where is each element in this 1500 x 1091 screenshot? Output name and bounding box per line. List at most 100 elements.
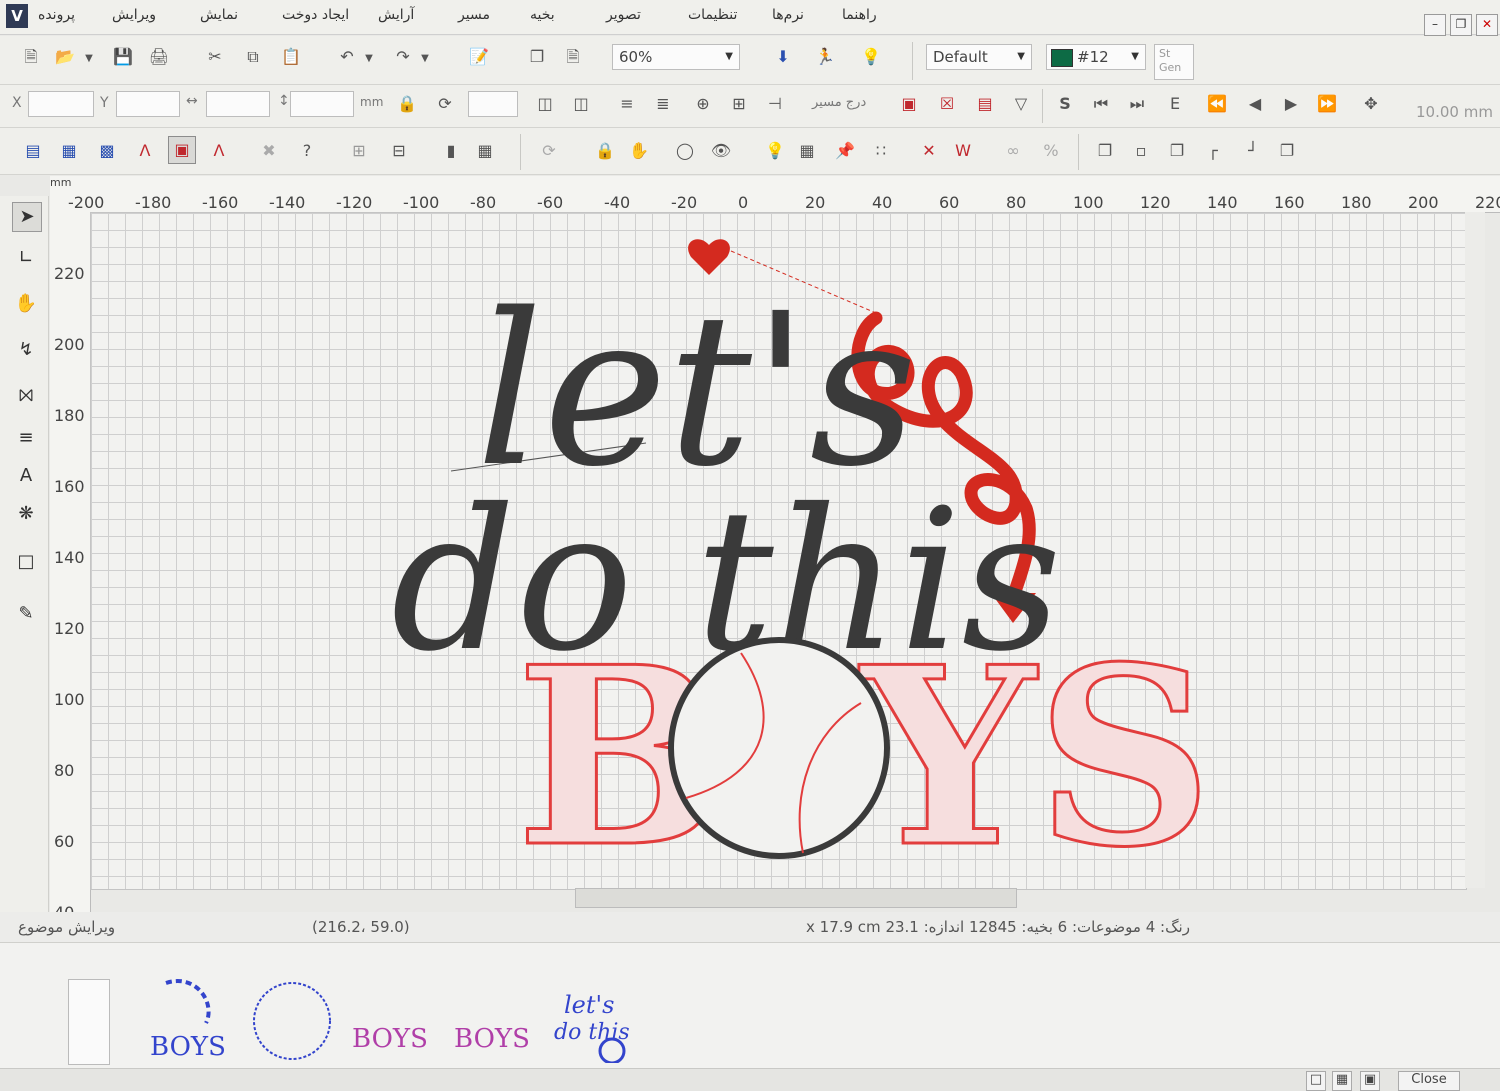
stop-icon-c[interactable]: ▤: [972, 91, 998, 117]
pin-icon[interactable]: 📌: [832, 138, 858, 164]
hand-icon[interactable]: ✋: [626, 138, 652, 164]
highlight-icon[interactable]: 💡: [858, 44, 884, 70]
move-down-icon[interactable]: ⬇: [770, 44, 796, 70]
redo-icon[interactable]: ↷: [390, 44, 416, 70]
design-canvas[interactable]: let's do this B YS: [90, 212, 1467, 890]
first-stitch-icon[interactable]: ⏮: [1088, 91, 1114, 117]
stitch-type-3-icon[interactable]: ▩: [94, 138, 120, 164]
simulate-icon[interactable]: 🏃: [812, 44, 838, 70]
insert-path-button[interactable]: درج مسیر: [812, 95, 866, 110]
e-button[interactable]: E: [1162, 91, 1188, 117]
stitch-type-5-icon[interactable]: ▣: [168, 136, 196, 164]
menu-help[interactable]: راهنما: [842, 7, 877, 23]
layers-icon[interactable]: ❐: [524, 44, 550, 70]
digitize-pen-icon[interactable]: ✎: [12, 600, 40, 628]
menu-stitch[interactable]: بخیه: [530, 7, 555, 23]
light-bulb-icon[interactable]: 💡: [762, 138, 788, 164]
menu-software[interactable]: نرم‌ها: [772, 7, 804, 23]
close-window-button[interactable]: ✕: [1476, 14, 1498, 36]
frame-3-icon[interactable]: ❐: [1164, 138, 1190, 164]
ungroup-icon[interactable]: ⊟: [386, 138, 412, 164]
stitch-type-6-icon[interactable]: Λ: [206, 138, 232, 164]
rotate-field[interactable]: [468, 91, 518, 117]
trim-icon[interactable]: ▽: [1008, 91, 1034, 117]
motif-icon[interactable]: ❋: [12, 500, 40, 528]
undo-dropdown-icon[interactable]: ▼: [362, 46, 376, 72]
open-folder-icon[interactable]: 📂: [52, 44, 78, 70]
s-button[interactable]: S: [1052, 91, 1078, 117]
object-thumb-circle[interactable]: [246, 963, 342, 1063]
frame-1-icon[interactable]: ❐: [1092, 138, 1118, 164]
menu-settings[interactable]: تنظیمات: [688, 7, 737, 23]
paste-icon[interactable]: 📋: [278, 44, 304, 70]
stop-icon-a[interactable]: ▣: [896, 91, 922, 117]
x-field[interactable]: [28, 91, 94, 117]
fill-icon[interactable]: ≡: [12, 424, 40, 452]
satin-icon[interactable]: ⨝: [12, 382, 40, 410]
help-star-icon[interactable]: ?: [294, 138, 320, 164]
style-select[interactable]: Default ▼: [926, 44, 1032, 70]
frame-4-icon[interactable]: ┌: [1200, 138, 1226, 164]
nodes-icon[interactable]: ∷: [868, 138, 894, 164]
menu-view[interactable]: نمایش: [200, 7, 238, 23]
open-dropdown-icon[interactable]: ▼: [82, 46, 96, 72]
zoom-select[interactable]: 60% ▼: [612, 44, 740, 70]
rotate-icon[interactable]: ⟳: [432, 91, 458, 117]
frame-2-icon[interactable]: ▫: [1128, 138, 1154, 164]
view-mode-3-icon[interactable]: ▣: [1360, 1071, 1380, 1091]
object-thumb-boys-2[interactable]: BOYS: [450, 963, 546, 1063]
thread-color-select[interactable]: #12 ▼: [1046, 44, 1146, 70]
frame-5-icon[interactable]: ┘: [1240, 138, 1266, 164]
vertical-scrollbar[interactable]: [1465, 212, 1485, 888]
last-stitch-icon[interactable]: ⏭: [1124, 91, 1150, 117]
redo-dropdown-icon[interactable]: ▼: [418, 46, 432, 72]
loop-icon[interactable]: ∞: [1000, 138, 1026, 164]
page-setup-icon[interactable]: 🗎: [560, 44, 586, 70]
stitch-type-1-icon[interactable]: ▤: [20, 138, 46, 164]
grid-icon[interactable]: ▦: [794, 138, 820, 164]
text-tool-icon[interactable]: A: [12, 462, 40, 490]
print-icon[interactable]: 🖨: [146, 44, 172, 70]
running-stitch-icon[interactable]: ↯: [12, 336, 40, 364]
table-icon[interactable]: ▦: [472, 138, 498, 164]
group-icon[interactable]: ⊞: [346, 138, 372, 164]
design-thumbnail[interactable]: [46, 963, 142, 1065]
outline-view-icon[interactable]: ◯: [672, 138, 698, 164]
menu-edit[interactable]: ویرایش: [112, 7, 156, 23]
trim-marker-icon[interactable]: ✕: [916, 138, 942, 164]
distribute-icon[interactable]: ≣: [650, 91, 676, 117]
w-marker-icon[interactable]: W: [950, 138, 976, 164]
width-field[interactable]: [206, 91, 270, 117]
stop-icon-b[interactable]: ☒: [934, 91, 960, 117]
prev-icon[interactable]: ◀: [1242, 91, 1268, 117]
pan-hand-icon[interactable]: ✋: [12, 290, 40, 318]
color-bars-icon[interactable]: ▮: [438, 138, 464, 164]
menu-create-stitch[interactable]: ایجاد دوخت: [282, 7, 349, 23]
menu-file[interactable]: پرونده: [38, 7, 75, 23]
fast-forward-icon[interactable]: ⏩: [1314, 91, 1340, 117]
node-edit-icon[interactable]: ∟: [12, 244, 40, 272]
lock-icon[interactable]: 🔒: [394, 91, 420, 117]
refresh-icon[interactable]: ⟳: [536, 138, 562, 164]
next-icon[interactable]: ▶: [1278, 91, 1304, 117]
add-node-icon[interactable]: ⊕: [690, 91, 716, 117]
stitch-type-2-icon[interactable]: ▦: [56, 138, 82, 164]
object-thumb-lets-do-this[interactable]: let's do this: [550, 963, 646, 1065]
new-file-icon[interactable]: 🗎: [18, 44, 44, 70]
st-gen-button[interactable]: St Gen: [1154, 44, 1194, 80]
restore-button[interactable]: ❐: [1450, 14, 1472, 36]
frame-6-icon[interactable]: ❐: [1274, 138, 1300, 164]
align-icon[interactable]: ≡: [614, 91, 640, 117]
path-tools-icon[interactable]: ⊣: [762, 91, 788, 117]
lock-object-icon[interactable]: 🔒: [592, 138, 618, 164]
properties-icon[interactable]: 📝: [466, 44, 492, 70]
height-field[interactable]: [290, 91, 354, 117]
eye-icon[interactable]: 👁: [708, 138, 734, 164]
view-mode-2-icon[interactable]: ▦: [1332, 1071, 1352, 1091]
mirror-v-icon[interactable]: ◫: [568, 91, 594, 117]
select-arrow-icon[interactable]: ➤: [12, 202, 42, 232]
node-tools-icon[interactable]: ⊞: [726, 91, 752, 117]
y-field[interactable]: [116, 91, 180, 117]
shape-icon[interactable]: □: [12, 548, 40, 576]
stitch-type-4-icon[interactable]: Λ: [132, 138, 158, 164]
